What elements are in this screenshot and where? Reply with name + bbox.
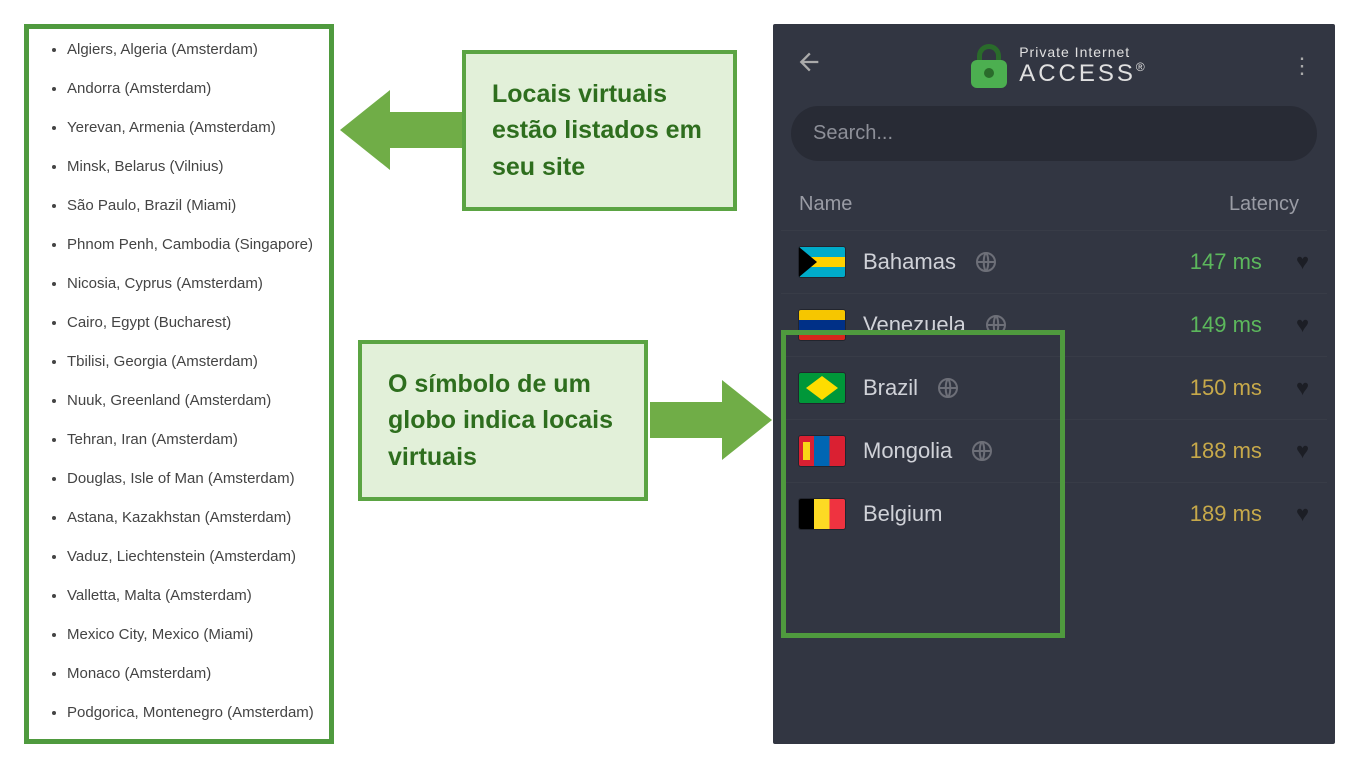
server-row-brazil[interactable]: Brazil 150 ms ♥ xyxy=(781,356,1327,419)
list-item: Phnom Penh, Cambodia (Singapore) xyxy=(67,234,317,255)
server-latency: 189 ms xyxy=(1190,501,1262,527)
list-item: Yerevan, Armenia (Amsterdam) xyxy=(67,117,317,138)
globe-icon xyxy=(984,313,1008,337)
server-latency: 149 ms xyxy=(1190,312,1262,338)
more-menu-button[interactable]: ⋮ xyxy=(1291,63,1313,69)
server-row-venezuela[interactable]: Venezuela 149 ms ♥ xyxy=(781,293,1327,356)
back-button[interactable] xyxy=(795,48,823,84)
server-name: Bahamas xyxy=(863,249,956,275)
more-dots-icon: ⋮ xyxy=(1291,63,1313,69)
brand-line1: Private Internet xyxy=(1019,44,1145,60)
favorite-button[interactable]: ♥ xyxy=(1296,501,1309,527)
globe-icon xyxy=(974,250,998,274)
virtual-locations-list-box: Algiers, Algeria (Amsterdam) Andorra (Am… xyxy=(24,24,334,744)
col-latency-header[interactable]: Latency xyxy=(1229,193,1299,216)
search-wrap: Search... xyxy=(773,106,1335,171)
list-item: Podgorica, Montenegro (Amsterdam) xyxy=(67,702,317,723)
brand-line2: ACCESS xyxy=(1019,60,1136,87)
server-row-belgium[interactable]: Belgium 189 ms ♥ xyxy=(781,482,1327,545)
server-list: Bahamas 147 ms ♥ Venezuela 149 ms ♥ Braz… xyxy=(773,230,1335,545)
flag-mongolia-icon xyxy=(799,436,845,466)
lock-icon xyxy=(969,44,1009,88)
arrow-back-icon xyxy=(795,48,823,76)
list-item: Mexico City, Mexico (Miami) xyxy=(67,624,317,645)
server-name: Brazil xyxy=(863,375,918,401)
flag-belgium-icon xyxy=(799,499,845,529)
list-item: São Paulo, Brazil (Miami) xyxy=(67,195,317,216)
flag-bahamas-icon xyxy=(799,247,845,277)
server-name: Belgium xyxy=(863,501,942,527)
list-item: Astana, Kazakhstan (Amsterdam) xyxy=(67,507,317,528)
list-item: Tehran, Iran (Amsterdam) xyxy=(67,429,317,450)
column-headers: Name Latency xyxy=(773,171,1335,230)
arrow-right-icon xyxy=(650,380,772,460)
server-row-bahamas[interactable]: Bahamas 147 ms ♥ xyxy=(781,230,1327,293)
favorite-button[interactable]: ♥ xyxy=(1296,312,1309,338)
list-item: Andorra (Amsterdam) xyxy=(67,78,317,99)
pia-app-panel: Private Internet ACCESS® ⋮ Search... Nam… xyxy=(773,24,1335,744)
server-latency: 147 ms xyxy=(1190,249,1262,275)
search-input[interactable]: Search... xyxy=(791,106,1317,161)
page: Algiers, Algeria (Amsterdam) Andorra (Am… xyxy=(0,0,1359,768)
list-item: Vaduz, Liechtenstein (Amsterdam) xyxy=(67,546,317,567)
brand-registered: ® xyxy=(1136,60,1145,74)
list-item: Valletta, Malta (Amsterdam) xyxy=(67,585,317,606)
flag-venezuela-icon xyxy=(799,310,845,340)
server-name: Mongolia xyxy=(863,438,952,464)
list-item: Monaco (Amsterdam) xyxy=(67,663,317,684)
favorite-button[interactable]: ♥ xyxy=(1296,375,1309,401)
server-row-mongolia[interactable]: Mongolia 188 ms ♥ xyxy=(781,419,1327,482)
list-item: Tbilisi, Georgia (Amsterdam) xyxy=(67,351,317,372)
list-item: Cairo, Egypt (Bucharest) xyxy=(67,312,317,333)
brand-logo: Private Internet ACCESS® xyxy=(969,44,1145,88)
globe-icon xyxy=(936,376,960,400)
callout-virtual-locations: Locais virtuais estão listados em seu si… xyxy=(462,50,737,211)
app-header: Private Internet ACCESS® ⋮ xyxy=(773,24,1335,106)
list-item: Algiers, Algeria (Amsterdam) xyxy=(67,39,317,60)
server-name: Venezuela xyxy=(863,312,966,338)
list-item: Rabat, Morocco (Amsterdam) xyxy=(67,741,317,744)
server-latency: 150 ms xyxy=(1190,375,1262,401)
favorite-button[interactable]: ♥ xyxy=(1296,438,1309,464)
favorite-button[interactable]: ♥ xyxy=(1296,249,1309,275)
list-item: Nuuk, Greenland (Amsterdam) xyxy=(67,390,317,411)
arrow-left-icon xyxy=(340,90,462,170)
brand-text: Private Internet ACCESS® xyxy=(1019,44,1145,88)
globe-icon xyxy=(970,439,994,463)
list-item: Minsk, Belarus (Vilnius) xyxy=(67,156,317,177)
list-item: Nicosia, Cyprus (Amsterdam) xyxy=(67,273,317,294)
callout-globe-symbol: O símbolo de um globo indica locais virt… xyxy=(358,340,648,501)
col-name-header[interactable]: Name xyxy=(799,193,852,216)
virtual-locations-list: Algiers, Algeria (Amsterdam) Andorra (Am… xyxy=(49,39,317,744)
server-latency: 188 ms xyxy=(1190,438,1262,464)
flag-brazil-icon xyxy=(799,373,845,403)
list-item: Douglas, Isle of Man (Amsterdam) xyxy=(67,468,317,489)
